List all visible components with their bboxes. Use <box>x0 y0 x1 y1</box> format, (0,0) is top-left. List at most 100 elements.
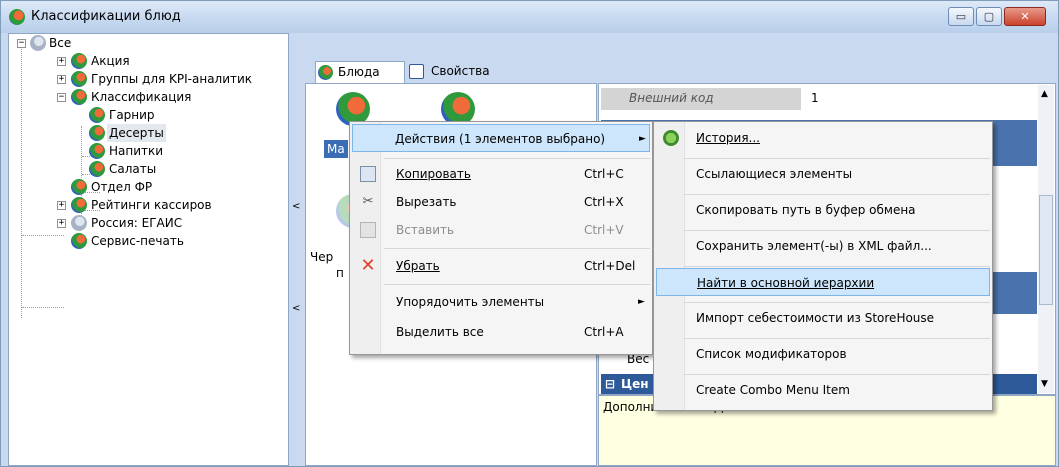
tree-item-label: Салаты <box>109 162 157 176</box>
tree-item-servis[interactable]: Сервис-печать <box>9 232 288 250</box>
minimize-button[interactable]: ▭ <box>948 7 974 26</box>
menu-separator <box>384 248 650 249</box>
scroll-thumb[interactable] <box>1039 195 1053 305</box>
collapse-icon[interactable]: − <box>57 93 66 102</box>
menu-label: Ссылающиеся элементы <box>696 167 853 181</box>
menu-shortcut: Ctrl+V <box>584 223 624 237</box>
expand-icon[interactable]: + <box>57 75 66 84</box>
dish-icon <box>318 65 333 80</box>
tree-item-label: Гарнир <box>109 108 155 122</box>
tree-item-reitingi[interactable]: + Рейтинги кассиров <box>9 196 288 214</box>
menu-separator <box>384 158 650 159</box>
expand-icon[interactable]: + <box>57 219 66 228</box>
paste-icon <box>360 222 376 238</box>
submenu-item-history[interactable]: История... <box>656 124 990 152</box>
maximize-button[interactable]: ▢ <box>976 7 1002 26</box>
menu-label: Найти в основной иерархии <box>697 276 875 290</box>
submenu-item-referencing[interactable]: Ссылающиеся элементы <box>656 160 990 188</box>
menu-shortcut: Ctrl+A <box>584 325 624 339</box>
submenu-item-import-cost[interactable]: Импорт себестоимости из StoreHouse <box>656 304 990 332</box>
collapse-left-icon[interactable]: < <box>292 303 300 314</box>
tree-item-deserty[interactable]: Десерты <box>9 124 288 142</box>
menu-label: Список модификаторов <box>696 347 847 361</box>
tree-item-kpi[interactable]: + Группы для KPI-аналитик <box>9 70 288 88</box>
submenu-item-save-xml[interactable]: Сохранить элемент(-ы) в XML файл... <box>656 232 990 260</box>
tree-item-akciya[interactable]: + Акция <box>9 52 288 70</box>
collapse-icon[interactable]: − <box>17 39 26 48</box>
menu-item-sort[interactable]: Упорядочить элементы ► <box>352 288 650 316</box>
classification-icon <box>71 89 87 105</box>
tree-item-label: Рейтинги кассиров <box>91 198 212 212</box>
remove-x-icon: ✕ <box>360 255 376 276</box>
tree-item-salaty[interactable]: Салаты <box>9 160 288 178</box>
tree-item-klassifikaciya[interactable]: − Классификация <box>9 88 288 106</box>
classification-icon <box>89 143 105 159</box>
tab-properties[interactable]: Свойства <box>407 61 507 83</box>
menu-separator <box>684 374 990 375</box>
classification-icon <box>89 125 105 141</box>
submenu-item-combo[interactable]: Create Combo Menu Item <box>656 376 990 404</box>
menu-item-copy[interactable]: Копировать Ctrl+C <box>352 160 650 188</box>
menu-item-paste[interactable]: Вставить Ctrl+V <box>352 216 650 244</box>
menu-label: Импорт себестоимости из StoreHouse <box>696 311 935 325</box>
collapse-icon[interactable]: ⊟ <box>605 374 615 394</box>
copy-icon <box>360 166 376 182</box>
submenu-item-copy-path[interactable]: Скопировать путь в буфер обмена <box>656 196 990 224</box>
menu-label: История... <box>696 131 760 145</box>
submenu-item-find-main[interactable]: Найти в основной иерархии <box>656 268 990 296</box>
actions-submenu: История... Ссылающиеся элементы Скопиров… <box>653 121 993 411</box>
vertical-scrollbar[interactable]: ▲ ▼ <box>1038 85 1054 393</box>
properties-icon <box>409 64 424 79</box>
submenu-arrow-icon: ► <box>639 134 646 144</box>
menu-separator <box>684 338 990 339</box>
menu-item-select-all[interactable]: Выделить все Ctrl+A <box>352 318 650 346</box>
tree-item-label-selected: Десерты <box>107 124 166 142</box>
scroll-down-icon[interactable]: ▼ <box>1041 379 1048 389</box>
menu-item-cut[interactable]: ✂ Вырезать Ctrl+X <box>352 188 650 216</box>
menu-separator <box>684 266 990 267</box>
folder-all-icon <box>30 35 46 51</box>
tree-item-egais[interactable]: + Россия: ЕГАИС <box>9 214 288 232</box>
title-bar[interactable]: Классификации блюд ▭ ▢ ✕ <box>1 1 1058 33</box>
tree-line <box>22 307 64 308</box>
scroll-up-icon[interactable]: ▲ <box>1041 89 1048 99</box>
menu-label: Create Combo Menu Item <box>696 383 850 397</box>
selected-dish-label[interactable]: Ма <box>324 140 348 158</box>
context-menu: Действия (1 элементов выбрано) ► Копиров… <box>349 121 653 355</box>
menu-separator <box>684 158 990 159</box>
window-title: Классификации блюд <box>31 9 181 24</box>
property-value[interactable]: 1 <box>811 91 819 105</box>
tab-dishes[interactable]: Блюда <box>315 61 405 83</box>
tree-item-label: Напитки <box>109 144 164 158</box>
menu-label: Вставить <box>396 223 455 237</box>
submenu-item-modifiers[interactable]: Список модификаторов <box>656 340 990 368</box>
app-icon <box>9 9 25 25</box>
collapse-left-icon[interactable]: < <box>292 201 300 212</box>
expand-icon[interactable]: + <box>57 201 66 210</box>
tree-item-label: Россия: ЕГАИС <box>91 216 183 230</box>
menu-item-remove[interactable]: ✕ Убрать Ctrl+Del <box>352 252 650 280</box>
scissors-icon: ✂ <box>362 194 374 209</box>
classification-icon <box>71 71 87 87</box>
tree-item-label: Отдел ФР <box>91 180 153 194</box>
tree-item-label: Классификация <box>91 90 192 104</box>
property-label: Внешний код <box>629 91 714 105</box>
tree-item-napitki[interactable]: Напитки <box>9 142 288 160</box>
maximize-icon: ▢ <box>983 10 995 23</box>
tab-label: Блюда <box>338 65 380 79</box>
minimize-icon: ▭ <box>955 10 967 23</box>
classification-disabled-icon <box>71 215 87 231</box>
tree-item-root[interactable]: − Все <box>9 34 288 52</box>
property-row-external-code[interactable]: Внешний код 1 <box>601 88 1037 110</box>
classification-tree[interactable]: − Все + Акция + Группы для KPI-аналитик … <box>8 33 289 466</box>
menu-separator <box>684 194 990 195</box>
panel-splitter[interactable]: < < <box>290 33 304 466</box>
tree-item-otdel-fr[interactable]: Отдел ФР <box>9 178 288 196</box>
menu-shortcut: Ctrl+C <box>584 167 624 181</box>
close-button[interactable]: ✕ <box>1004 7 1046 26</box>
category-label: Цен <box>621 377 649 391</box>
tree-item-garnir[interactable]: Гарнир <box>9 106 288 124</box>
expand-icon[interactable]: + <box>57 57 66 66</box>
menu-item-actions[interactable]: Действия (1 элементов выбрано) ► <box>352 124 650 152</box>
classification-icon <box>71 233 87 249</box>
